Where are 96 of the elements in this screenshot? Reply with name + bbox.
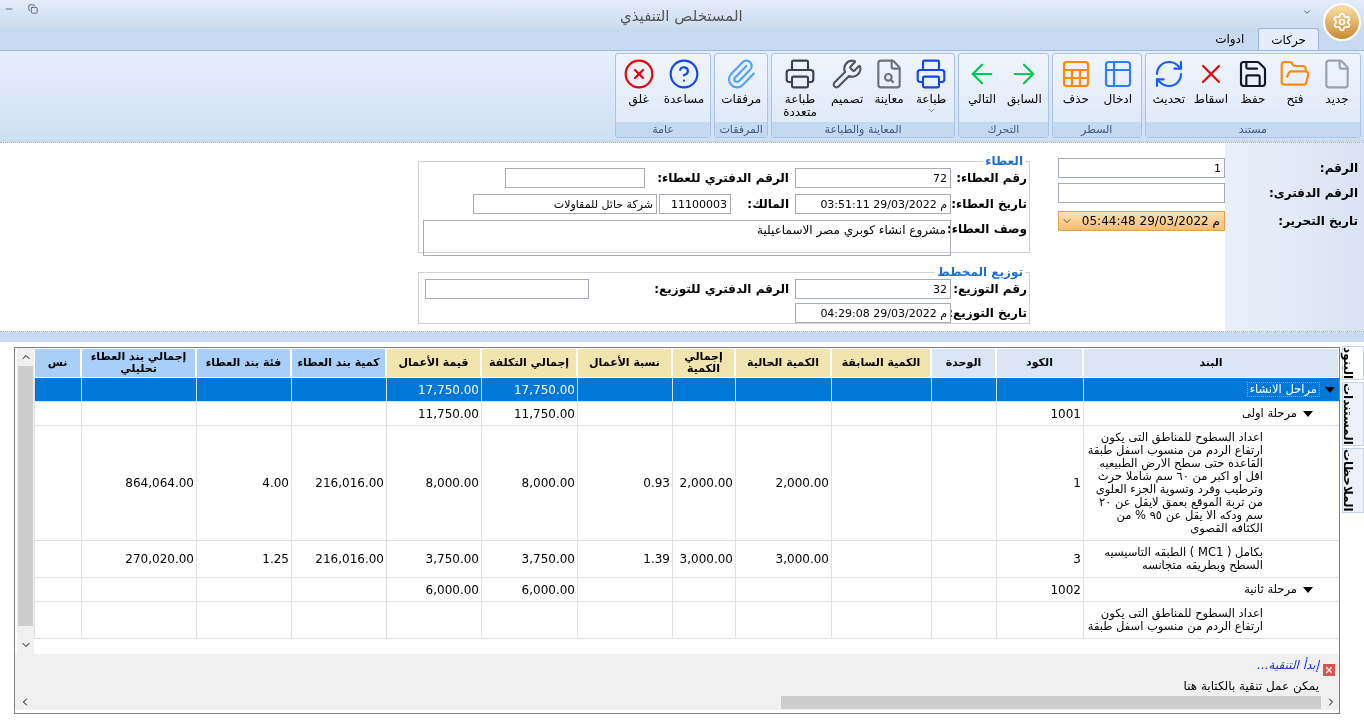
input-field[interactable]: 11100003: [659, 194, 731, 214]
filter-hint: يمكن عمل تنقية بالكتابة هنا: [1183, 678, 1319, 695]
group-title: توزيع المخطط: [936, 264, 1024, 281]
column-header[interactable]: الوحدة: [931, 348, 996, 378]
field-label: الرقم:: [1318, 160, 1358, 177]
input-field[interactable]: م 29/03/2022 04:29:08: [795, 303, 951, 323]
column-header[interactable]: نس: [34, 348, 81, 378]
ribbon-button[interactable]: جديد: [1317, 54, 1357, 122]
tree-cell[interactable]: بكامل ( MC1 ) الطبقه التاسيسيه السطح وبطريقه متجانسه: [1083, 541, 1339, 577]
ribbon-button[interactable]: طباعة متعددة: [775, 54, 826, 122]
table-cell: 6,000.00: [386, 578, 481, 601]
table-cell: 8,000.00: [481, 426, 577, 540]
table-cell: 2,000.00: [735, 426, 831, 540]
tree-cell[interactable]: مرحلة ثانية: [1083, 578, 1339, 601]
field-label: تاريخ التحرير:: [1277, 213, 1358, 230]
ribbon-tab[interactable]: حركات: [1258, 28, 1319, 50]
group-label: المعاينة والطباعة: [772, 122, 955, 137]
table-cell: 3,750.00: [386, 541, 481, 577]
date-value: م 29/03/2022 05:44:48: [1080, 213, 1221, 230]
ribbon-button[interactable]: طباعة: [911, 54, 952, 122]
ribbon-button[interactable]: التالي: [962, 54, 1003, 122]
table-cell: 17,750.00: [481, 378, 577, 401]
column-header[interactable]: البند: [1083, 348, 1339, 378]
field-label: تاريخ التوزيع:: [951, 305, 1027, 322]
tree-cell[interactable]: مرحلة اولى: [1083, 402, 1339, 425]
column-header[interactable]: إجمالي الكمية: [672, 348, 735, 378]
ribbon-button[interactable]: معاينة: [869, 54, 910, 122]
column-header[interactable]: الكمية الحالية: [735, 348, 831, 378]
ribbon-button[interactable]: ادخال: [1097, 54, 1138, 122]
table-cell: 1002: [996, 578, 1083, 601]
ribbon-button[interactable]: تحديث: [1148, 54, 1189, 122]
side-tab[interactable]: البنود: [1342, 346, 1364, 381]
field-label: المالك:: [746, 196, 790, 213]
filter-title[interactable]: إبدأ التنقية...: [1183, 656, 1319, 674]
ribbon-tab[interactable]: ادوات: [1203, 28, 1257, 50]
window-title: المستخلص التنفيذي: [620, 6, 743, 28]
table-cell: 1.39: [577, 541, 672, 577]
group-title: العطاء: [984, 153, 1024, 170]
table-cell: 216,016.00: [291, 541, 386, 577]
table-cell: 3,750.00: [481, 541, 577, 577]
ribbon-button[interactable]: مرفقات: [718, 54, 765, 122]
table-cell: 270,020.00: [81, 541, 196, 577]
column-header[interactable]: كمية بند العطاء: [291, 348, 386, 378]
table-cell: 3,000.00: [735, 541, 831, 577]
table-cell: 6,000.00: [481, 578, 577, 601]
column-header[interactable]: نسبة الأعمال: [577, 348, 672, 378]
field-label: رقم التوزيع:: [952, 281, 1027, 298]
column-header[interactable]: فئة بند العطاء: [196, 348, 291, 378]
side-tab[interactable]: الملاحظات: [1342, 447, 1364, 513]
table-cell: 11,750.00: [481, 402, 577, 425]
field-label: رقم العطاء:: [955, 170, 1027, 187]
table-cell: 216,016.00: [291, 426, 386, 540]
group-label: عامة: [615, 122, 711, 137]
tree-cell[interactable]: اعداد السطوح للمناطق التى يكون ارتفاع الردم من منسوب اسفل طبقة: [1083, 602, 1339, 638]
ribbon-button[interactable]: اسقاط: [1190, 54, 1231, 122]
field-label: الرقم الدفترى:: [1267, 185, 1358, 202]
ribbon-button[interactable]: مساعدة: [660, 54, 708, 122]
group-label: المرفقات: [715, 122, 768, 137]
table-cell: 864,064.00: [81, 426, 196, 540]
group-label: السطر: [1052, 122, 1141, 137]
field-label: الرقم الدفتري للتوزيع:: [653, 281, 790, 298]
table-cell: 0.93: [577, 426, 672, 540]
column-header[interactable]: الكمية السابقة: [831, 348, 931, 378]
ribbon-button[interactable]: فتح: [1275, 54, 1315, 122]
side-tab[interactable]: المستندات: [1342, 382, 1364, 446]
group-label: مستند: [1145, 122, 1360, 137]
table-cell: 4.00: [196, 426, 291, 540]
input-field[interactable]: 32: [795, 279, 951, 299]
input-field[interactable]: م 29/03/2022 03:51:11: [795, 194, 951, 214]
column-header[interactable]: الكود: [996, 348, 1083, 378]
table-cell: 1.25: [196, 541, 291, 577]
table-cell: 1001: [996, 402, 1083, 425]
column-header[interactable]: قيمة الأعمال: [386, 348, 481, 378]
table-cell: 1: [996, 426, 1083, 540]
table-cell: 3: [996, 541, 1083, 577]
date-picker[interactable]: م 29/03/2022 05:44:48: [1058, 211, 1225, 231]
tree-cell[interactable]: اعداد السطوح للمناطق التى يكون ارتفاع الردم من منسوب اسفل طبقة القاعده حتى سطح الارض الطبيعيه اقل او اكبر من ٦٠ سم شاملا حرث وترطيب وفرد وتسوية الجزء العلوى من تربة الموقع بعمق لايقل عن ٢٠ سم ودكه الا يقل عن ٩٥ % من الكثافه القصوى: [1083, 426, 1339, 540]
table-cell: 8,000.00: [386, 426, 481, 540]
table-cell: 11,750.00: [386, 402, 481, 425]
group-label: التحرك: [959, 122, 1048, 137]
input-field[interactable]: 72: [795, 168, 951, 188]
tree-cell[interactable]: مراحل الانشاء: [1083, 378, 1339, 401]
field-label: تاريخ العطاء:: [951, 196, 1027, 213]
table-cell: 17,750.00: [386, 378, 481, 401]
ribbon-button[interactable]: غلق: [618, 54, 659, 122]
ribbon-button[interactable]: حفظ: [1233, 54, 1273, 122]
input-field[interactable]: شركة حائل للمقاولات: [473, 194, 657, 214]
ribbon-button[interactable]: السابق: [1004, 54, 1045, 122]
table-cell: 3,000.00: [672, 541, 735, 577]
column-header[interactable]: إجمالي التكلفة: [481, 348, 577, 378]
field-label: الرقم الدفتري للعطاء:: [656, 170, 790, 187]
table-cell: 2,000.00: [672, 426, 735, 540]
input-field[interactable]: 1: [1058, 158, 1225, 178]
column-header[interactable]: إجمالي بند العطاء تحليلي: [81, 348, 196, 378]
ribbon-button[interactable]: تصميم: [827, 54, 868, 122]
ribbon-button[interactable]: حذف: [1055, 54, 1096, 122]
